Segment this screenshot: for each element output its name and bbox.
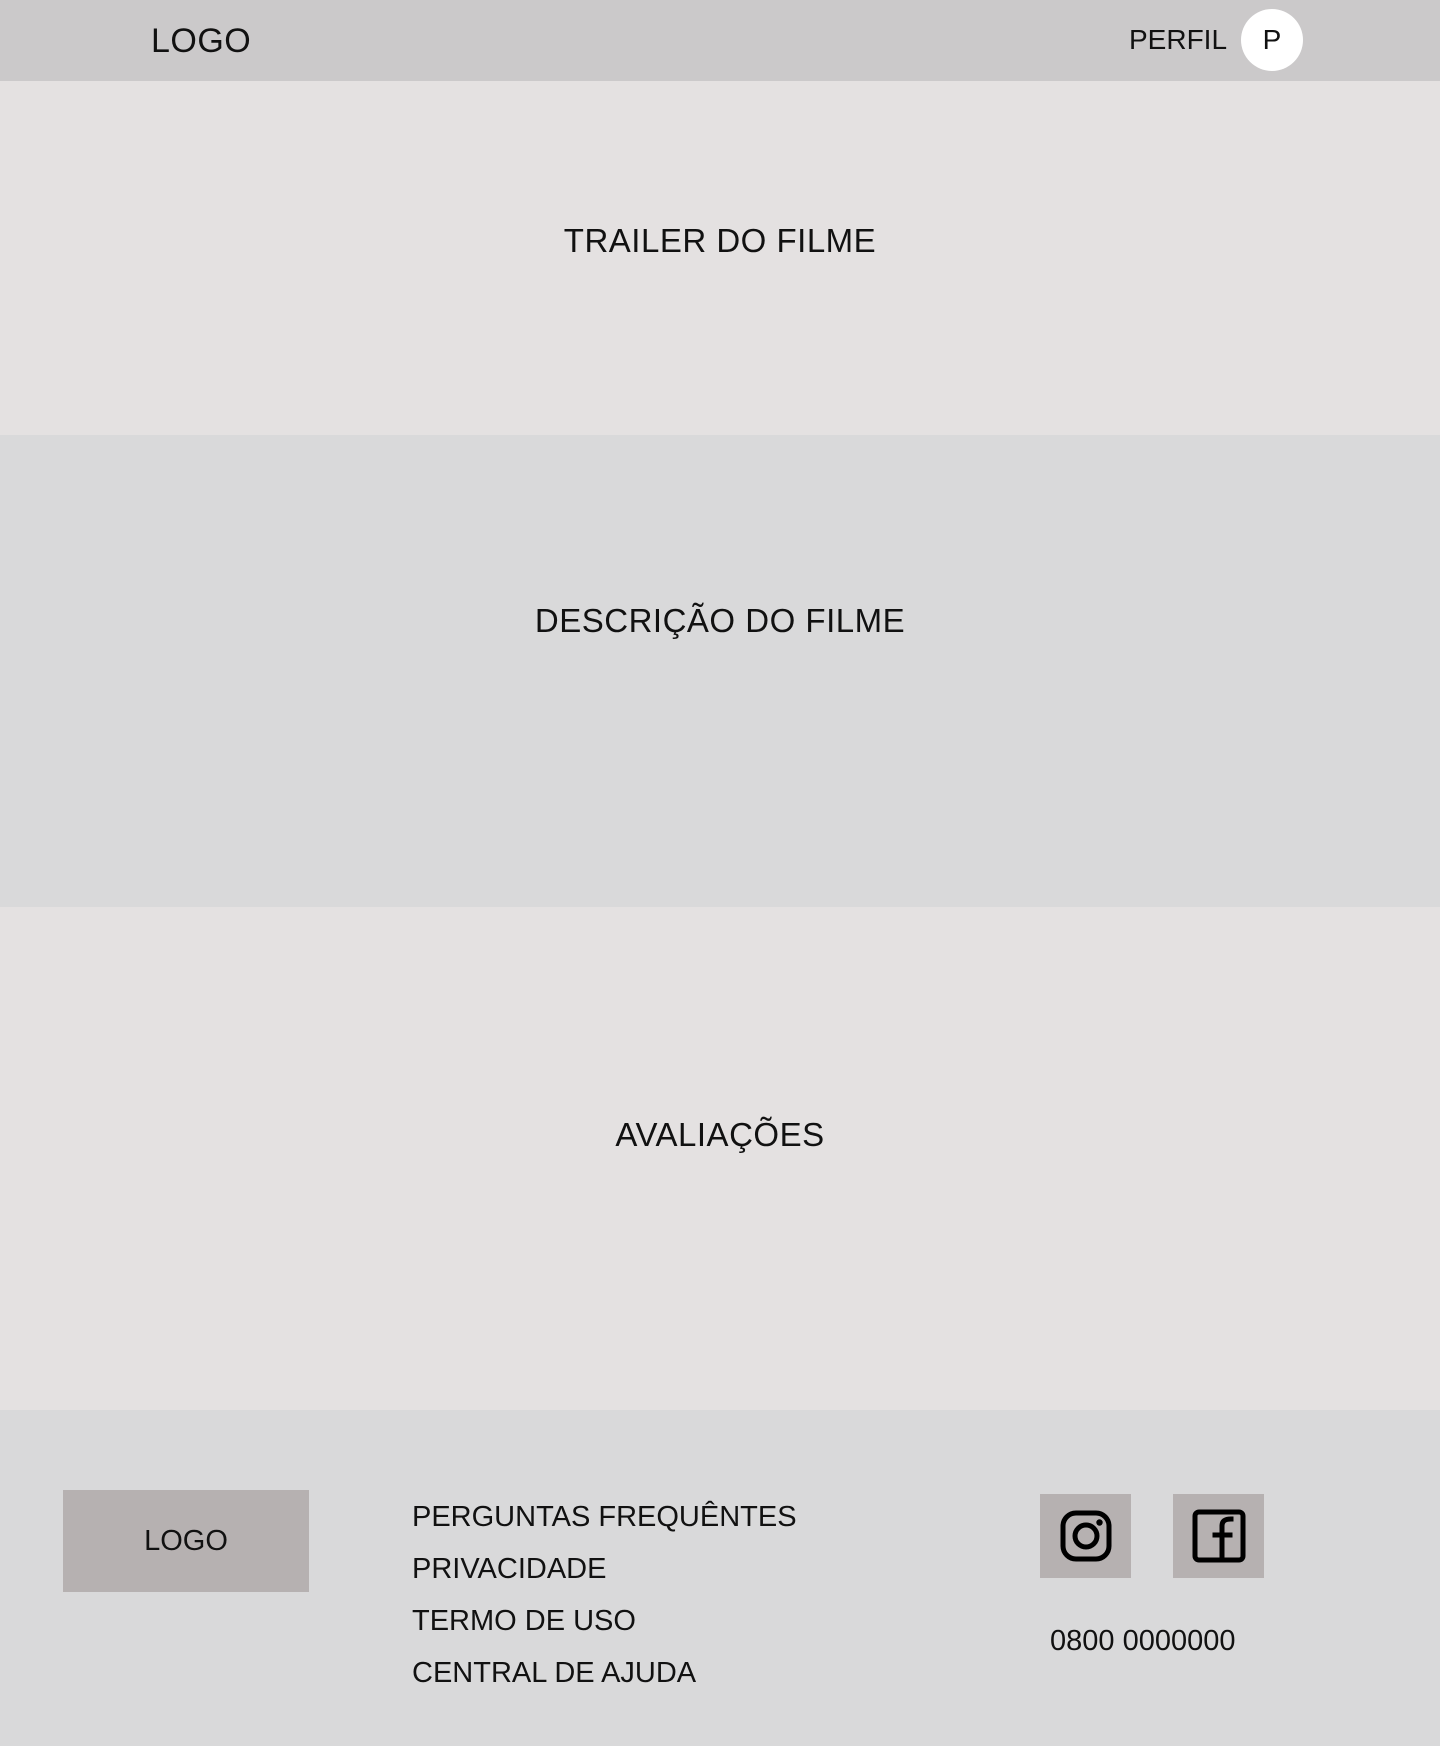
movie-description-section: DESCRIÇÃO DO FILME [0, 435, 1440, 907]
top-navigation: LOGO PERFIL P [0, 0, 1440, 81]
movie-trailer-section[interactable]: TRAILER DO FILME [0, 81, 1440, 435]
profile-avatar[interactable]: P [1241, 9, 1303, 71]
description-title: DESCRIÇÃO DO FILME [534, 602, 906, 639]
footer-link-help-center[interactable]: CENTRAL DE AJUDA [412, 1647, 797, 1699]
header-logo[interactable]: LOGO [151, 21, 251, 61]
profile-link[interactable]: PERFIL [1129, 23, 1227, 57]
page-footer: LOGO PERGUNTAS FREQUÊNTES PRIVACIDADE TE… [0, 1410, 1440, 1746]
footer-link-privacy[interactable]: PRIVACIDADE [412, 1543, 797, 1595]
footer-logo[interactable]: LOGO [63, 1490, 309, 1592]
trailer-title: TRAILER DO FILME [563, 221, 877, 259]
instagram-icon [1060, 1510, 1111, 1562]
footer-link-faq[interactable]: PERGUNTAS FREQUÊNTES [412, 1491, 797, 1543]
facebook-icon [1192, 1509, 1245, 1563]
instagram-button[interactable] [1040, 1494, 1131, 1578]
facebook-button[interactable] [1173, 1494, 1264, 1578]
reviews-section: AVALIAÇÕES [0, 907, 1440, 1410]
footer-links: PERGUNTAS FREQUÊNTES PRIVACIDADE TERMO D… [412, 1491, 797, 1699]
support-phone: 0800 0000000 [1050, 1625, 1236, 1657]
reviews-title: AVALIAÇÕES [615, 1115, 825, 1153]
footer-link-terms[interactable]: TERMO DE USO [412, 1595, 797, 1647]
